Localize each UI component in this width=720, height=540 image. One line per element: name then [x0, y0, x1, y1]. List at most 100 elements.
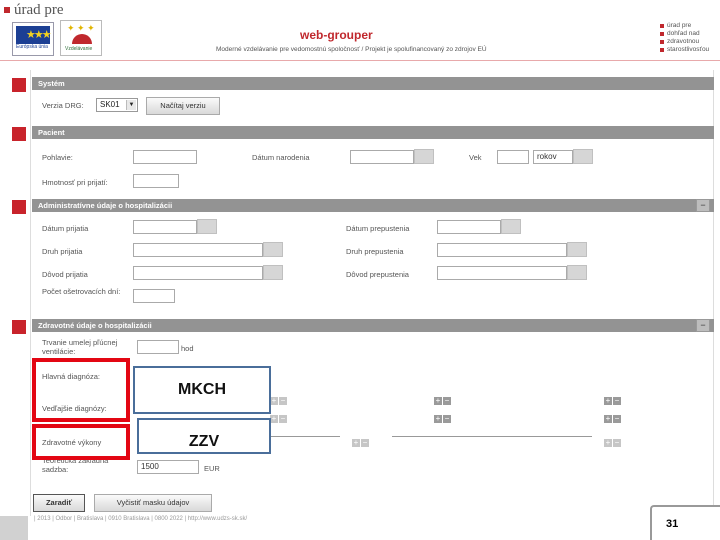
footer-text: | 2013 | Odbor | Bratislava | 0910 Brati…	[34, 516, 248, 522]
minus-icon[interactable]: −	[361, 439, 369, 447]
ventilation-field[interactable]	[137, 340, 179, 354]
discharge-date-label: Dátum prepustenia	[346, 224, 410, 233]
discharge-reason-picker[interactable]	[567, 265, 587, 280]
ventilation-label: Trvanie umelej pľúcnej ventilácie:	[42, 338, 118, 356]
discharge-date-field[interactable]	[437, 220, 501, 234]
clear-mask-button[interactable]: Vyčistiť masku údajov	[94, 494, 212, 512]
mkch-callout: MKCH	[133, 366, 271, 414]
plus-icon[interactable]: +	[352, 439, 360, 447]
agency-name-line: úrad pre	[660, 22, 709, 30]
admission-reason-field[interactable]	[133, 266, 263, 280]
base-rate-unit: EUR	[204, 464, 220, 473]
birth-date-field[interactable]	[350, 150, 414, 164]
plus-icon[interactable]: +	[270, 415, 278, 423]
section-marker-admin	[12, 200, 26, 214]
op-mark-icon	[72, 34, 92, 44]
plus-icon[interactable]: +	[270, 397, 278, 405]
highlight-frame-procedures	[32, 424, 130, 460]
zzv-callout: ZZV	[137, 418, 271, 454]
plus-icon[interactable]: +	[604, 439, 612, 447]
eu-flag-icon: ★★★	[16, 26, 52, 44]
section-header-admin: Administratívne údaje o hospitalizácii	[32, 199, 714, 212]
minus-icon[interactable]: −	[443, 415, 451, 423]
discharge-type-label: Druh prepustenia	[346, 247, 404, 256]
eu-logo-caption: Európska únia	[16, 44, 48, 50]
minus-icon[interactable]: −	[613, 439, 621, 447]
op-logo: ✦ ✦ ✦ Vzdelávanie	[60, 20, 102, 56]
sex-field[interactable]	[133, 150, 197, 164]
agency-name-list: úrad pre dohľad nad zdravotnou starostli…	[660, 22, 709, 54]
weight-label: Hmotnosť pri prijatí:	[42, 178, 108, 187]
agency-name-line: dohľad nad	[660, 30, 709, 38]
diag-plus-minus[interactable]: + −	[270, 414, 288, 423]
version-label: Verzia DRG:	[42, 101, 84, 110]
ventilation-unit: hod	[181, 344, 194, 353]
admission-reason-label: Dôvod prijatia	[42, 270, 88, 279]
highlight-frame-diagnoses	[32, 358, 130, 422]
minus-icon[interactable]: −	[279, 415, 287, 423]
discharge-date-picker[interactable]	[501, 219, 521, 234]
version-select-value: SK01	[100, 100, 120, 109]
section-marker-patient	[12, 127, 26, 141]
page-number-tab	[650, 505, 720, 540]
section-marker-system	[12, 78, 26, 92]
admission-type-label: Druh prijatia	[42, 247, 83, 256]
procedure-field-line	[392, 436, 592, 437]
eu-logo: ★★★ Európska únia	[12, 22, 54, 56]
minus-icon[interactable]: −	[613, 415, 621, 423]
age-label: Vek	[469, 153, 482, 162]
op-logo-caption: Vzdelávanie	[65, 46, 93, 52]
base-rate-field[interactable]: 1500	[137, 460, 199, 474]
care-days-field[interactable]	[133, 289, 175, 303]
chevron-down-icon: ▼	[126, 100, 136, 110]
admission-date-field[interactable]	[133, 220, 197, 234]
minus-icon[interactable]: −	[613, 397, 621, 405]
discharge-type-picker[interactable]	[567, 242, 587, 257]
procedure-field-line	[270, 436, 340, 437]
classify-button[interactable]: Zaradiť	[33, 494, 85, 512]
agency-name-line: zdravotnou	[660, 38, 709, 46]
load-version-button[interactable]: Načítaj verziu	[146, 97, 220, 115]
minus-icon[interactable]: −	[279, 397, 287, 405]
diag-plus-minus[interactable]: + −	[434, 396, 452, 405]
version-select[interactable]: SK01 ▼	[96, 98, 138, 112]
plus-icon[interactable]: +	[604, 415, 612, 423]
plus-icon[interactable]: +	[434, 415, 442, 423]
brand-square-icon	[4, 7, 10, 13]
birth-date-picker[interactable]	[414, 149, 434, 164]
care-days-label: Počet ošetrovacích dní:	[42, 287, 121, 296]
age-unit: rokov	[533, 150, 573, 164]
diag-plus-minus[interactable]: + −	[604, 414, 622, 423]
diag-plus-minus[interactable]: + −	[270, 396, 288, 405]
stars-icon: ✦ ✦ ✦	[67, 23, 95, 33]
discharge-reason-label: Dôvod prepustenia	[346, 270, 409, 279]
section-marker-health	[12, 320, 26, 334]
brand-title: úrad pre	[14, 2, 64, 18]
age-unit-picker[interactable]	[573, 149, 593, 164]
slide-number: 31	[666, 518, 679, 530]
footer-left-tab	[0, 516, 28, 540]
section-header-health: Zdravotné údaje o hospitalizácii	[32, 319, 714, 332]
header-divider	[0, 60, 720, 61]
minus-icon[interactable]: −	[443, 397, 451, 405]
diag-plus-minus[interactable]: + −	[604, 396, 622, 405]
admission-type-field[interactable]	[133, 243, 263, 257]
collapse-admin-icon[interactable]: −	[696, 199, 710, 212]
collapse-health-icon[interactable]: −	[696, 319, 710, 332]
admission-date-picker[interactable]	[197, 219, 217, 234]
diag-plus-minus[interactable]: + −	[434, 414, 452, 423]
admission-type-picker[interactable]	[263, 242, 283, 257]
section-header-system: Systém	[32, 77, 714, 90]
app-title: web-grouper	[300, 28, 373, 42]
proc-plus-minus[interactable]: + −	[352, 438, 370, 447]
plus-icon[interactable]: +	[604, 397, 612, 405]
weight-field[interactable]	[133, 174, 179, 188]
age-field[interactable]	[497, 150, 529, 164]
proc-plus-minus[interactable]: + −	[604, 438, 622, 447]
admission-reason-picker[interactable]	[263, 265, 283, 280]
agency-name-line: starostlivosťou	[660, 46, 709, 54]
plus-icon[interactable]: +	[434, 397, 442, 405]
discharge-reason-field[interactable]	[437, 266, 567, 280]
discharge-type-field[interactable]	[437, 243, 567, 257]
section-header-patient: Pacient	[32, 126, 714, 139]
